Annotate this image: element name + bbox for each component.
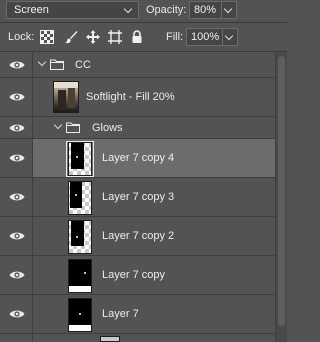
layer-thumbnail: [100, 336, 120, 342]
visibility-cell[interactable]: [0, 295, 33, 333]
eye-icon[interactable]: [9, 231, 25, 241]
layer-group-cc[interactable]: CC: [0, 52, 275, 78]
chevron-down-icon[interactable]: [37, 57, 47, 67]
opacity-field[interactable]: 80%: [189, 1, 237, 19]
eye-icon[interactable]: [9, 192, 25, 202]
layer-name: Softlight - Fill 20%: [86, 91, 175, 103]
folder-icon: [50, 59, 64, 70]
eye-icon[interactable]: [9, 153, 25, 163]
divider: [222, 29, 223, 45]
eye-icon[interactable]: [9, 60, 25, 70]
visibility-cell[interactable]: [0, 178, 33, 216]
artboard-icon[interactable]: [108, 30, 122, 44]
chevron-down-icon[interactable]: [223, 4, 233, 14]
visibility-cell[interactable]: [0, 256, 33, 294]
eye-icon[interactable]: [9, 309, 25, 319]
opacity-label: Opacity:: [146, 4, 187, 16]
layers-scrollbar[interactable]: [275, 52, 287, 342]
layer-name: Layer 7 copy 3: [102, 191, 175, 203]
layer-name: Layer 7 copy 4: [102, 152, 175, 164]
blend-mode-value: Screen: [14, 4, 49, 16]
divider: [221, 2, 222, 18]
fill-value: 100%: [191, 31, 220, 43]
scrollbar-thumb[interactable]: [278, 56, 285, 326]
layer-7-copy-3[interactable]: Layer 7 copy 3: [0, 178, 275, 217]
brush-icon[interactable]: [64, 30, 78, 44]
eye-icon[interactable]: [9, 92, 25, 102]
layer-thumbnail: [68, 181, 92, 215]
lock-fill-bar: Lock: Fill: 100%: [0, 23, 287, 51]
visibility-cell[interactable]: [0, 334, 33, 342]
layer-7-copy[interactable]: Layer 7 copy: [0, 256, 275, 295]
layer-partial[interactable]: [0, 334, 275, 342]
folder-icon: [66, 122, 80, 133]
layer-thumbnail: [68, 298, 92, 332]
visibility-cell[interactable]: [0, 117, 33, 138]
blend-mode-dropdown[interactable]: Screen: [6, 1, 139, 19]
opacity-value: 80%: [194, 4, 217, 16]
layer-thumbnail: [68, 259, 92, 293]
layers-list: CC Softlight - Fill 20% Glows Layer 7 co…: [0, 52, 275, 342]
chevron-down-icon[interactable]: [224, 31, 234, 41]
move-icon[interactable]: [86, 30, 100, 44]
blend-options-bar: Screen Opacity: 80%: [0, 0, 287, 22]
visibility-cell[interactable]: [0, 217, 33, 255]
visibility-cell[interactable]: [0, 52, 33, 77]
lock-icon[interactable]: [130, 30, 144, 44]
eye-icon[interactable]: [9, 270, 25, 280]
layer-7[interactable]: Layer 7: [0, 295, 275, 334]
layer-thumbnail: [53, 81, 79, 113]
layer-7-copy-4[interactable]: Layer 7 copy 4: [0, 139, 275, 178]
layer-name: Layer 7: [102, 308, 139, 320]
layer-7-copy-2[interactable]: Layer 7 copy 2: [0, 217, 275, 256]
chevron-down-icon: [123, 4, 133, 14]
visibility-cell[interactable]: [0, 139, 33, 177]
layer-name: Layer 7 copy: [102, 269, 165, 281]
checkerboard-icon[interactable]: [40, 30, 54, 44]
eye-icon[interactable]: [9, 123, 25, 133]
layer-name: CC: [75, 59, 91, 71]
layer-softlight[interactable]: Softlight - Fill 20%: [0, 78, 275, 117]
lock-label: Lock:: [8, 31, 35, 43]
chevron-down-icon[interactable]: [53, 120, 63, 130]
fill-label: Fill:: [166, 31, 184, 43]
layer-name: Layer 7 copy 2: [102, 230, 175, 242]
fill-field[interactable]: 100%: [186, 28, 238, 46]
layer-group-glows[interactable]: Glows: [0, 117, 275, 139]
layer-thumbnail: [68, 142, 92, 176]
layer-thumbnail: [68, 220, 92, 254]
visibility-cell[interactable]: [0, 78, 33, 116]
layer-name: Glows: [92, 122, 123, 134]
